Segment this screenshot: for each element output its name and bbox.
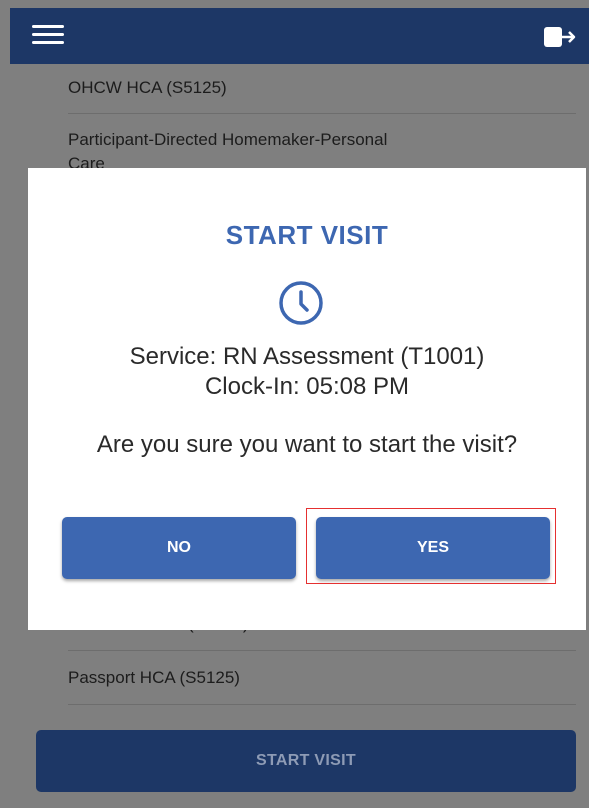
start-visit-dialog: START VISIT Service: RN Assessment (T100…: [28, 168, 586, 630]
yes-button[interactable]: YES: [316, 517, 550, 579]
dialog-title: START VISIT: [225, 220, 389, 250]
yes-button-label: YES: [416, 539, 449, 556]
list-divider: [68, 650, 576, 651]
hamburger-menu-icon[interactable]: [32, 25, 64, 49]
clock-icon: [279, 281, 323, 325]
confirmation-question-text: Are you sure you want to start the visit…: [96, 431, 518, 458]
app-header: [10, 8, 589, 64]
list-divider: [68, 113, 576, 114]
logout-icon[interactable]: [543, 26, 577, 48]
list-item[interactable]: OHCW HCA (S5125): [68, 76, 576, 100]
no-button[interactable]: NO: [62, 517, 296, 579]
service-info: Service: RN Assessment (T1001): [129, 343, 485, 370]
confirmation-question: Are you sure you want to start the visit…: [28, 430, 586, 460]
list-item-label: Participant-Directed Homemaker-Personal …: [68, 130, 388, 173]
clock-in-info: Clock-In: 05:08 PM: [204, 373, 410, 400]
no-button-label: NO: [167, 539, 191, 556]
list-item[interactable]: Passport HCA (S5125): [68, 666, 576, 690]
app-screen: OHCW HCA (S5125) Participant-Directed Ho…: [0, 0, 589, 808]
start-visit-button-label: START VISIT: [256, 752, 356, 769]
list-item-label: Passport HCA (S5125): [68, 668, 240, 687]
start-visit-button[interactable]: START VISIT: [36, 730, 576, 792]
list-divider: [68, 704, 576, 705]
list-item-label: OHCW HCA (S5125): [68, 78, 227, 97]
